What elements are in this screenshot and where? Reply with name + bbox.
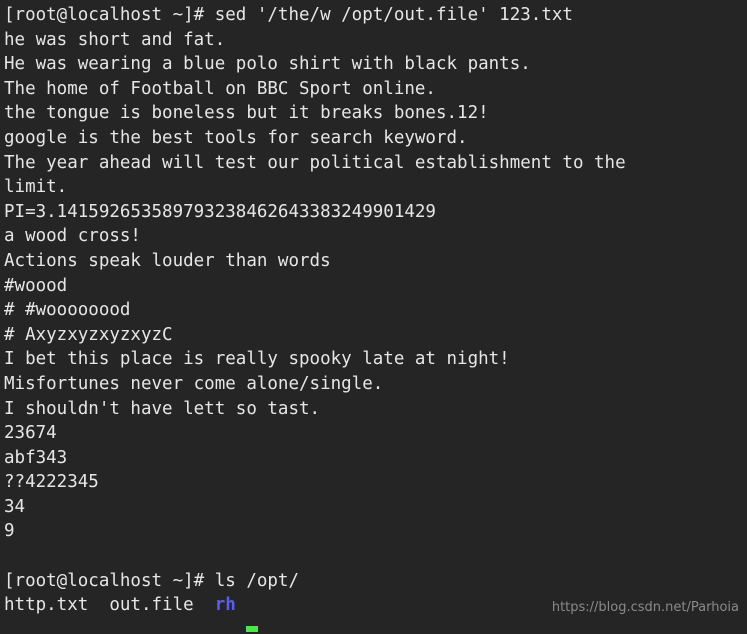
terminal-line-output: 34 (4, 496, 26, 517)
terminal-line-output: Actions speak louder than words (4, 250, 331, 271)
terminal-line-output: The home of Football on BBC Sport online… (4, 78, 436, 99)
terminal-cursor (246, 626, 258, 632)
terminal-line-output: ??4222345 (4, 472, 99, 493)
terminal-line-output: the tongue is boneless but it breaks bon… (4, 103, 489, 124)
terminal-line-output: #woood (4, 275, 68, 296)
terminal-line-output: 9 (4, 521, 15, 542)
listing-files: http.txt out.file (4, 595, 215, 616)
terminal-line-output: I bet this place is really spooky late a… (4, 349, 510, 370)
terminal-line-output: he was short and fat. (4, 29, 226, 50)
terminal-line-command-sed: [root@localhost ~]# sed '/the/w /opt/out… (4, 5, 573, 25)
terminal-line-output: # AxyzxyzxyzxyzC (4, 324, 173, 345)
terminal-line-output: abf343 (4, 447, 68, 468)
watermark-text: https://blog.csdn.net/Parhoia (551, 600, 739, 615)
terminal-line-output: a wood cross! (4, 226, 141, 247)
terminal-line-output: google is the best tools for search keyw… (4, 127, 468, 148)
terminal-window[interactable]: [root@localhost ~]# sed '/the/w /opt/out… (0, 0, 747, 634)
terminal-line-output: limit. (4, 177, 68, 198)
terminal-line-output: # #woooooood (4, 300, 131, 321)
terminal-line-output: I shouldn't have lett so tast. (4, 398, 321, 419)
terminal-line-output: He was wearing a blue polo shirt with bl… (4, 54, 531, 75)
terminal-line-output: 23674 (4, 423, 57, 444)
terminal-line-output: The year ahead will test our political e… (4, 152, 626, 173)
terminal-line-output: PI=3.14159265358979323846264338324990142… (4, 201, 436, 222)
terminal-line-output: Misfortunes never come alone/single. (4, 373, 384, 394)
listing-directory-rh: rh (214, 595, 236, 616)
terminal-line-command-ls: [root@localhost ~]# ls /opt/ (4, 570, 300, 591)
